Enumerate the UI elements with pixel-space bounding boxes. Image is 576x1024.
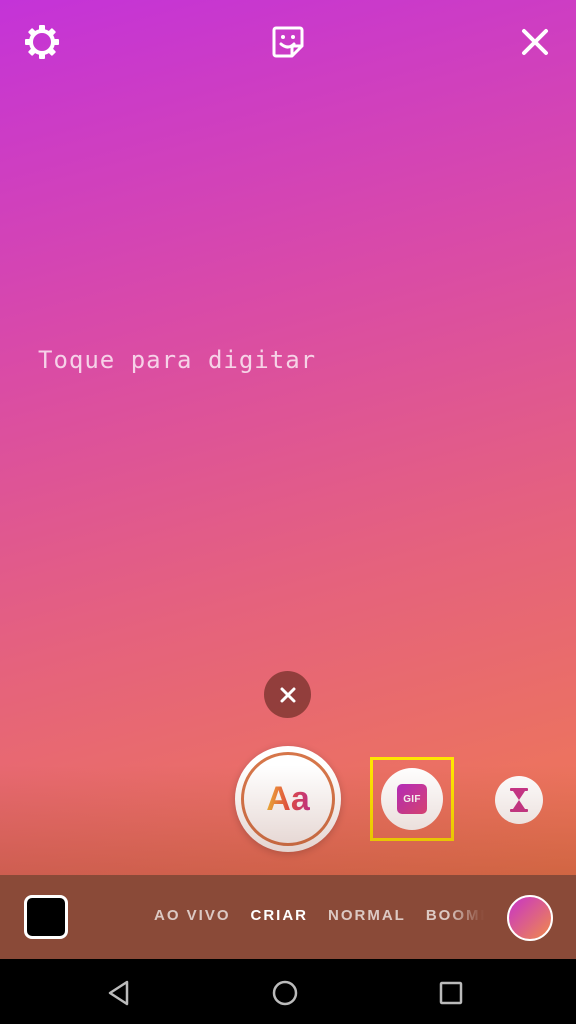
mode-normal[interactable]: NORMAL — [328, 907, 406, 924]
back-triangle-icon[interactable] — [105, 979, 133, 1007]
hourglass-icon — [510, 788, 528, 812]
gif-icon: GIF — [397, 784, 427, 814]
text-mode-shutter-button[interactable]: Aa — [235, 746, 341, 852]
mode-selector[interactable]: AO VIVO CRIAR NORMAL BOOMERANG — [154, 907, 484, 931]
mode-boomerang[interactable]: BOOMERANG — [426, 907, 484, 924]
close-icon — [280, 687, 295, 702]
gallery-thumbnail[interactable] — [24, 895, 68, 939]
mode-bar: AO VIVO CRIAR NORMAL BOOMERANG — [0, 875, 576, 959]
effects-button[interactable] — [507, 895, 553, 941]
create-canvas[interactable]: Toque para digitar Aa GIF — [0, 0, 576, 875]
gif-label: GIF — [403, 793, 421, 805]
gif-button[interactable]: GIF — [381, 768, 443, 830]
sticker-icon[interactable] — [268, 22, 308, 62]
gif-highlight-box: GIF — [370, 757, 454, 841]
mode-criar[interactable]: CRIAR — [251, 907, 309, 924]
dismiss-button[interactable] — [264, 671, 311, 718]
android-nav-bar — [0, 959, 576, 1024]
gear-icon[interactable] — [22, 22, 62, 62]
close-icon[interactable] — [515, 22, 555, 62]
countdown-button[interactable] — [495, 776, 543, 824]
shutter-ring: Aa — [241, 752, 335, 846]
tap-to-type-prompt[interactable]: Toque para digitar — [38, 346, 316, 374]
text-style-label: Aa — [266, 779, 310, 818]
home-circle-icon[interactable] — [271, 979, 299, 1007]
mode-ao-vivo[interactable]: AO VIVO — [154, 907, 231, 924]
recents-square-icon[interactable] — [437, 979, 465, 1007]
